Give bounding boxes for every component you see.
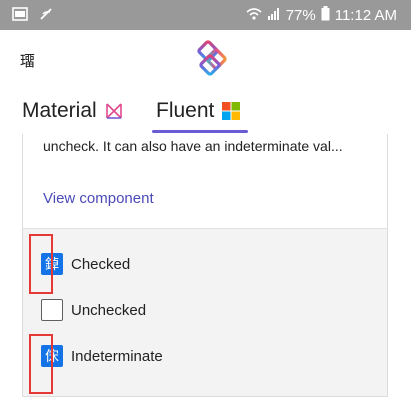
cell-signal-icon (267, 7, 281, 25)
checkbox-unchecked-row[interactable]: Unchecked (41, 299, 146, 321)
component-card: uncheck. It can also have an indetermina… (22, 134, 388, 397)
tab-fluent[interactable]: Fluent (156, 96, 241, 126)
app-bar-glyph[interactable]: 璢 (20, 50, 35, 71)
battery-icon (321, 6, 330, 25)
tab-fluent-label: Fluent (156, 99, 215, 122)
wifi-icon (246, 7, 262, 25)
highlight-box-indeterminate (29, 334, 53, 394)
microsoft-logo-icon (222, 102, 241, 120)
tab-material-label: Material (22, 99, 97, 122)
checkbox-checked-label: Checked (71, 255, 131, 273)
checkbox-unchecked-label: Unchecked (71, 301, 147, 319)
battery-percent: 77% (285, 7, 316, 24)
app-logo-icon (192, 40, 232, 80)
gallery-icon (12, 7, 28, 26)
clock: 11:12 AM (334, 7, 397, 24)
tab-material[interactable]: Material (22, 96, 123, 126)
active-tab-indicator (152, 130, 248, 133)
checkbox-indeterminate-label: Indeterminate (71, 347, 163, 365)
status-left (12, 6, 54, 27)
material-logo-icon (105, 102, 123, 120)
status-right: 77% 11:12 AM (246, 6, 397, 25)
status-bar: 77% 11:12 AM (0, 0, 411, 30)
checkbox-indeterminate-row[interactable]: 俕 Indeterminate (41, 345, 163, 367)
checkbox-unchecked[interactable] (41, 299, 63, 321)
checkbox-demo-area: 鋽 Checked Unchecked 俕 Indeterminate (23, 228, 387, 396)
app-bar: 璢 (0, 30, 411, 90)
checkbox-checked-row[interactable]: 鋽 Checked (41, 253, 130, 275)
tab-bar: Material Fluent (0, 90, 411, 134)
component-description: uncheck. It can also have an indetermina… (43, 138, 343, 154)
signal-off-icon (38, 6, 54, 27)
highlight-box-checked (29, 234, 53, 294)
view-component-link[interactable]: View component (43, 190, 154, 207)
